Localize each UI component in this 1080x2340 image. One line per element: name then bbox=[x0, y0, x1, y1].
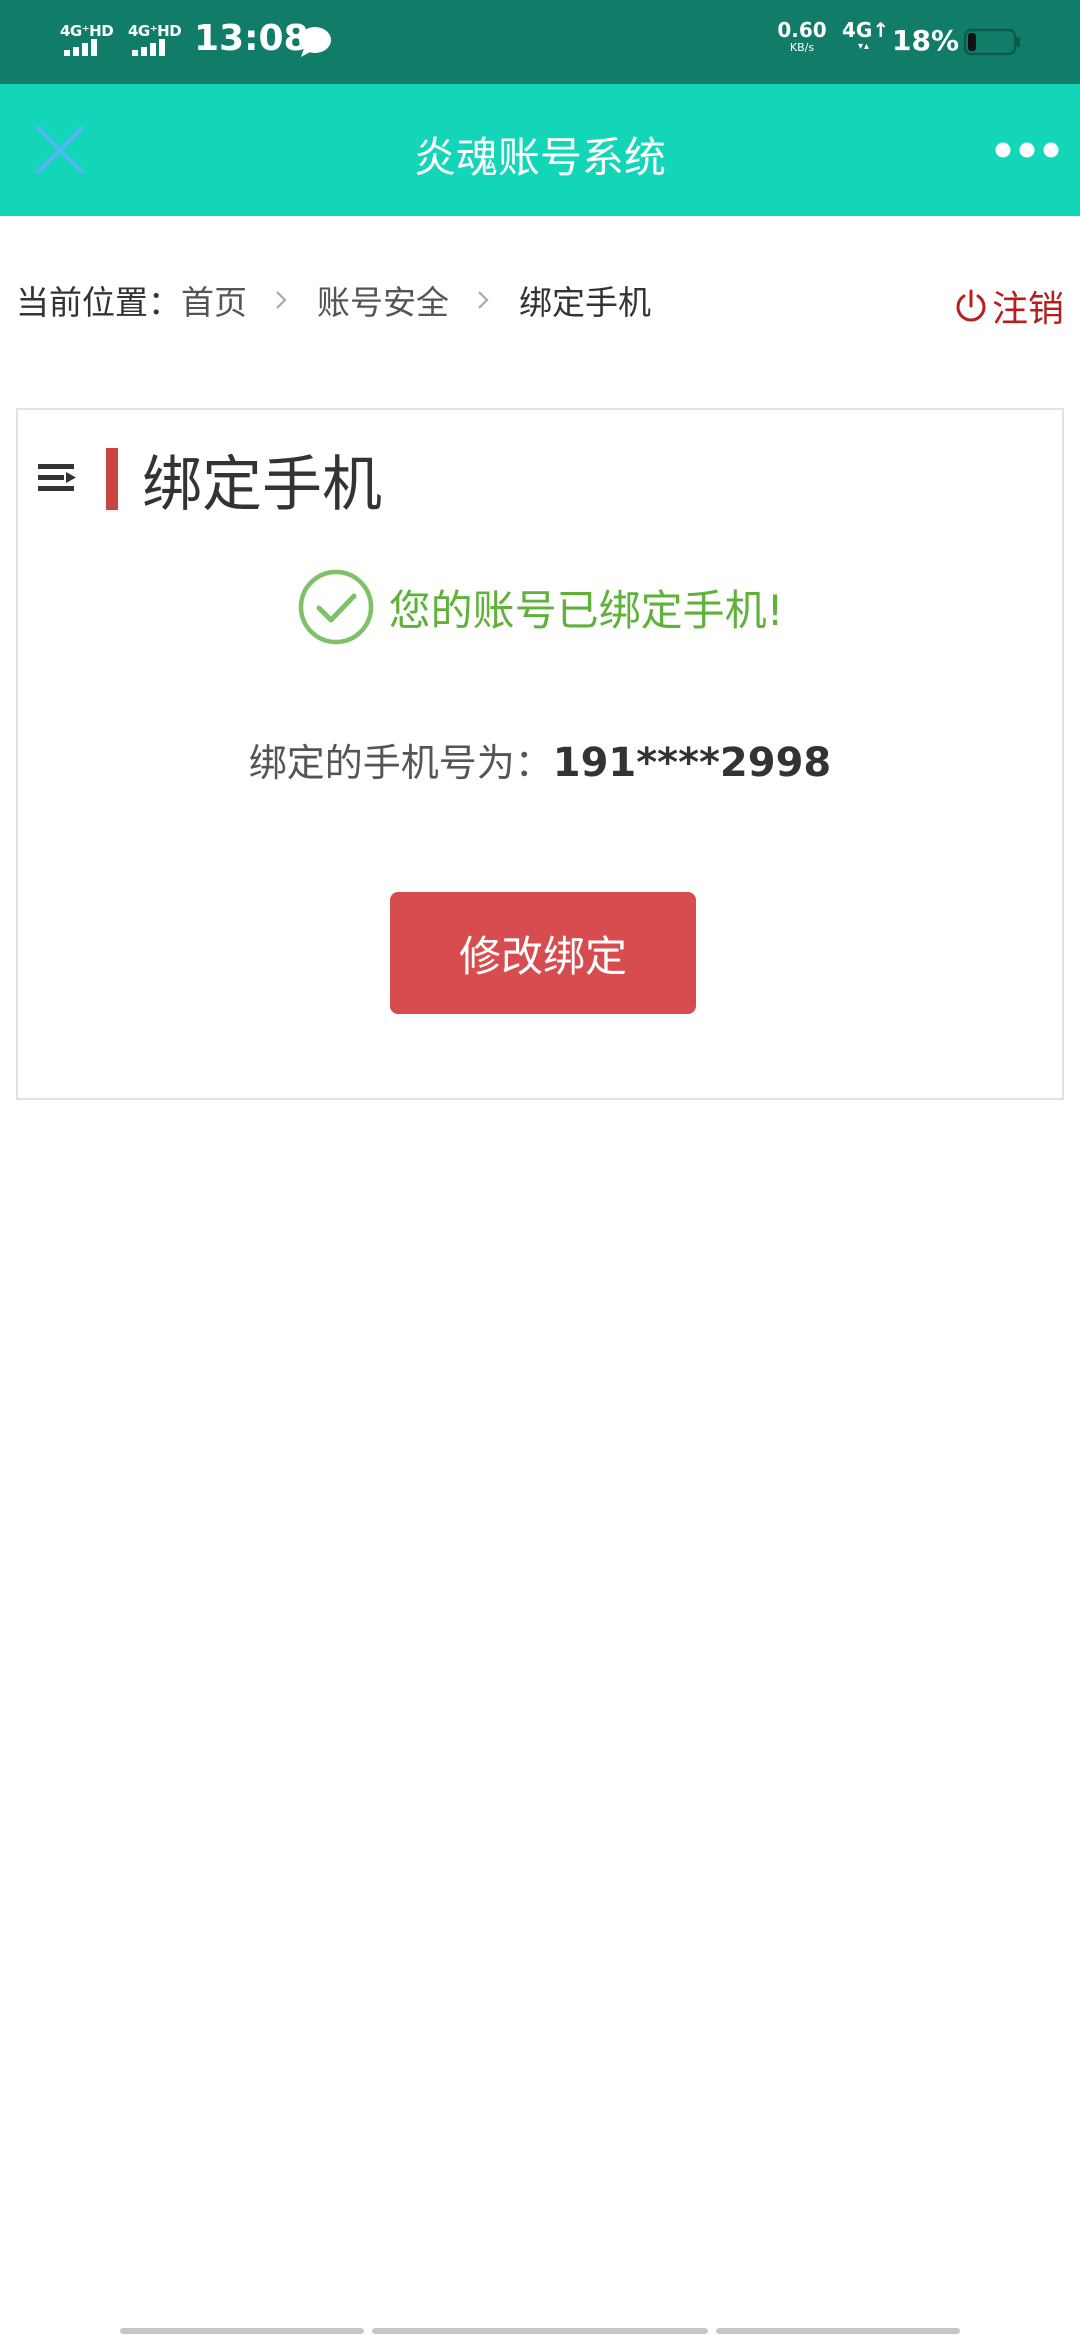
clock: 13:08 bbox=[194, 18, 309, 59]
mobile-data-label: 4G↑ bbox=[842, 18, 890, 42]
sim2-signal: 4G⁺HD bbox=[128, 22, 186, 60]
chat-bubble-icon bbox=[299, 27, 331, 57]
success-notice: 您的账号已绑定手机! bbox=[18, 568, 1062, 646]
app-title: 炎魂账号系统 bbox=[413, 133, 666, 182]
bottom-indicator-bar bbox=[372, 2328, 708, 2334]
battery-icon bbox=[964, 28, 1020, 56]
breadcrumb-item-home[interactable]: 首页 bbox=[181, 276, 247, 324]
breadcrumb-item-bind-phone: 绑定手机 bbox=[519, 283, 651, 322]
logout-button[interactable]: 注销 bbox=[954, 280, 1064, 332]
mobile-data-indicator: 4G↑ ▾▴ bbox=[842, 18, 890, 52]
chevron-right-icon bbox=[276, 291, 287, 309]
bind-phone-card: 绑定手机 您的账号已绑定手机! 绑定的手机号为：191****2998 修改绑定 bbox=[16, 408, 1064, 1100]
sim1-signal: 4G⁺HD bbox=[60, 22, 118, 60]
phone-label: 绑定的手机号为： bbox=[248, 741, 553, 785]
signal-bars-icon bbox=[64, 39, 97, 56]
battery-percent: 18% bbox=[892, 24, 960, 57]
app-header: 炎魂账号系统 bbox=[0, 84, 1080, 216]
breadcrumb-prefix: 当前位置： bbox=[16, 283, 181, 322]
signal-bars-icon bbox=[132, 39, 165, 56]
phone-number: 191****2998 bbox=[552, 740, 832, 786]
speed-unit: KB/s bbox=[789, 41, 815, 54]
more-options-icon[interactable] bbox=[992, 132, 1062, 168]
status-bar: 4G⁺HD 4G⁺HD 13:08 0.60 KB/s 4G↑ ▾▴ 18% bbox=[0, 0, 1080, 84]
title-accent-bar bbox=[106, 448, 118, 510]
power-icon bbox=[956, 289, 986, 322]
card-title: 绑定手机 bbox=[142, 450, 382, 520]
success-message: 您的账号已绑定手机! bbox=[388, 585, 784, 635]
bound-phone-info: 绑定的手机号为：191****2998 bbox=[18, 732, 1062, 787]
data-arrows-icon: ▾▴ bbox=[857, 41, 871, 52]
breadcrumb: 当前位置： 首页 账号安全 绑定手机 bbox=[16, 276, 651, 324]
bottom-indicator-bar bbox=[716, 2328, 960, 2334]
bottom-indicator-bar bbox=[120, 2328, 364, 2334]
breadcrumb-item-account-security[interactable]: 账号安全 bbox=[317, 276, 449, 324]
logout-label: 注销 bbox=[991, 289, 1064, 330]
network-speed: 0.60 KB/s bbox=[776, 20, 828, 53]
menu-icon[interactable] bbox=[38, 462, 78, 494]
chevron-right-icon bbox=[478, 291, 489, 309]
speed-value: 0.60 bbox=[777, 18, 827, 42]
check-circle-icon bbox=[298, 569, 373, 645]
modify-binding-button[interactable]: 修改绑定 bbox=[390, 892, 696, 1014]
